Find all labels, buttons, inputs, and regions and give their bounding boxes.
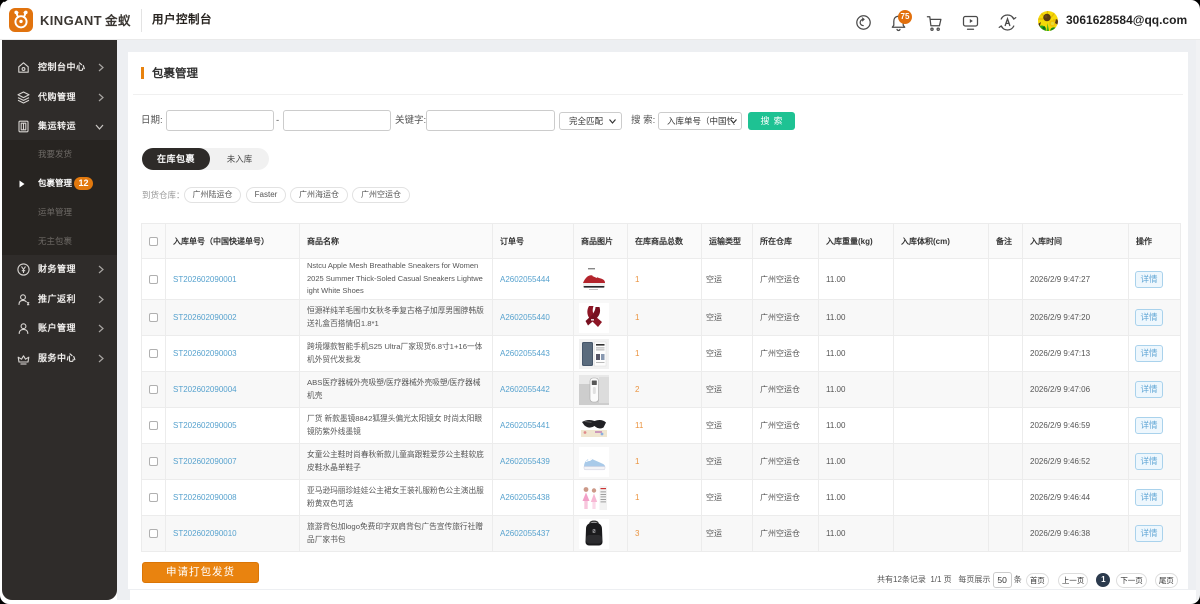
- svg-text:Z: Z: [593, 528, 596, 533]
